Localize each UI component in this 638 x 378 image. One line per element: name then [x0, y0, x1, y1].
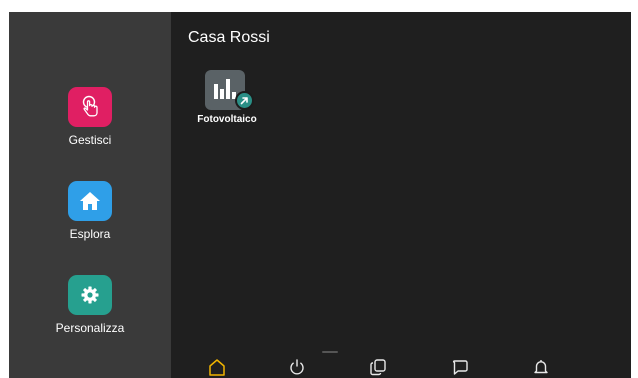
- main-content: Casa Rossi Fotovoltaico: [171, 12, 631, 378]
- page-title: Casa Rossi: [188, 29, 270, 46]
- sidebar-item-label: Gestisci: [68, 133, 112, 147]
- nav-home-button[interactable]: [205, 358, 229, 378]
- drag-handle[interactable]: [322, 351, 338, 353]
- hand-tap-icon: [68, 87, 112, 127]
- home-icon: [68, 181, 112, 221]
- chat-icon: [452, 360, 468, 375]
- shortcut-arrow-icon: [237, 93, 252, 108]
- home-icon: [209, 359, 225, 376]
- nav-chat-button[interactable]: [448, 358, 472, 378]
- nav-copy-button[interactable]: [366, 358, 390, 378]
- sidebar-item-label: Personalizza: [55, 321, 125, 335]
- sidebar-item-personalizza[interactable]: Personalizza: [9, 275, 171, 335]
- bottom-nav: [171, 354, 631, 378]
- sidebar: Gestisci Esplora Personalizza: [9, 12, 171, 378]
- sidebar-item-gestisci[interactable]: Gestisci: [9, 87, 171, 147]
- sidebar-item-esplora[interactable]: Esplora: [9, 181, 171, 241]
- bell-icon: [534, 360, 548, 374]
- nav-power-button[interactable]: [285, 358, 309, 378]
- copy-icon: [370, 359, 386, 376]
- shortcut-badge: [235, 91, 254, 110]
- power-icon: [290, 359, 304, 375]
- app-label: Fotovoltaico: [197, 114, 257, 125]
- sidebar-item-label: Esplora: [69, 227, 111, 241]
- gear-icon: [68, 275, 112, 315]
- nav-notifications-button[interactable]: [529, 358, 553, 378]
- device-screen: Gestisci Esplora Personalizza Casa Rossi…: [9, 12, 631, 378]
